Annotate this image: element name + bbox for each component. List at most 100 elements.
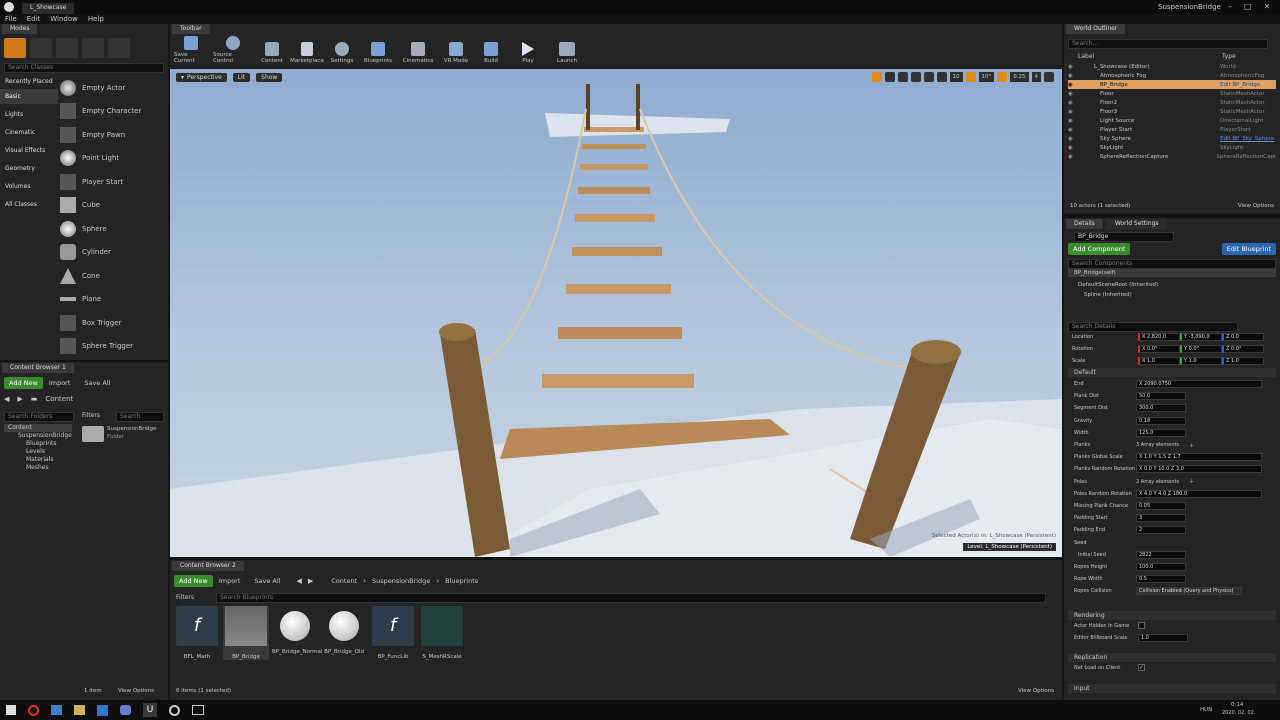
input-header[interactable]: Input	[1068, 684, 1276, 693]
asset-tile[interactable]: f BFL_Math	[174, 606, 220, 660]
settings-taskbar-icon[interactable]	[169, 704, 180, 716]
opera-icon[interactable]	[28, 704, 39, 716]
prop-value[interactable]: X 1.0 Y 1.5 Z 1.7	[1136, 453, 1262, 462]
transform-z[interactable]: Z 0.0	[1222, 333, 1264, 341]
world-space-icon[interactable]	[910, 72, 921, 82]
prop-value[interactable]: 0.05	[1136, 501, 1186, 510]
lang-indicator[interactable]: HUN	[1200, 707, 1212, 713]
ropes-collision-dropdown[interactable]: Collision Enabled (Query and Physics)	[1136, 587, 1242, 596]
grid-size[interactable]: 10	[949, 72, 963, 82]
class-item[interactable]: Sphere	[60, 217, 166, 241]
eye-icon[interactable]: ◉	[1068, 145, 1076, 151]
rendering-header[interactable]: Rendering	[1068, 611, 1276, 620]
transform-y[interactable]: Y 1.0	[1180, 357, 1222, 365]
details-tab[interactable]: Details	[1066, 219, 1103, 229]
add-new-button[interactable]: Add New	[4, 377, 43, 389]
outliner-row[interactable]: ◉ L_Showcase (Editor) World	[1068, 62, 1276, 71]
outliner-search-input[interactable]: Search...	[1068, 39, 1268, 49]
rotation-snap-icon[interactable]	[965, 72, 976, 82]
back-arrow-icon[interactable]: ◀	[297, 577, 302, 585]
outliner-row[interactable]: ◉ Atmospheric Fog AtmosphericFog	[1068, 71, 1276, 80]
outliner-row[interactable]: ◉ Light Source DirectionalLight	[1068, 117, 1276, 126]
tree-item[interactable]: Content	[4, 424, 72, 432]
source-control-button[interactable]: Source Control	[213, 36, 253, 64]
search-classes-input[interactable]: Search Classes	[4, 63, 164, 73]
add-new-button-2[interactable]: Add New	[174, 575, 213, 587]
eye-icon[interactable]: ◉	[1068, 127, 1076, 133]
category-item[interactable]: Lights	[0, 107, 58, 122]
prop-value[interactable]: 300.0	[1136, 404, 1186, 413]
grid-snap-icon[interactable]	[936, 72, 947, 82]
search-input[interactable]: Search	[116, 412, 164, 422]
asset-tile[interactable]: BP_Bridge_Normal	[272, 606, 322, 655]
billboard-value[interactable]: 1.0	[1138, 634, 1188, 642]
actor-hidden-checkbox[interactable]	[1138, 622, 1145, 629]
files-icon[interactable]	[74, 705, 85, 715]
category-item[interactable]: Geometry	[0, 161, 58, 176]
outliner-row[interactable]: ◉ SphereReflectionCapture SphereReflection…	[1068, 153, 1276, 162]
edit-blueprint-button[interactable]: Edit Blueprint	[1221, 243, 1276, 255]
eye-icon[interactable]: ◉	[1068, 82, 1076, 88]
view-options-button-2[interactable]: View Options	[1018, 688, 1054, 694]
component-root[interactable]: DefaultSceneRoot (Inherited)	[1078, 282, 1158, 288]
marketplace-button[interactable]: Marketplace	[290, 36, 324, 64]
level-tab[interactable]: L_Showcase	[22, 3, 75, 14]
discord-icon[interactable]	[120, 705, 131, 715]
landscape-mode-icon[interactable]	[56, 38, 78, 58]
lit-button[interactable]: Lit	[232, 73, 251, 82]
outliner-row[interactable]: ◉ Floor2 StaticMeshActor	[1068, 98, 1276, 107]
class-item[interactable]: Cube	[60, 194, 166, 218]
prop-value[interactable]: X 0.0 Y 10.0 Z 3.0	[1136, 465, 1262, 474]
vr-mode-button[interactable]: VR Mode	[441, 36, 471, 64]
menu-file[interactable]: File	[5, 14, 17, 24]
perspective-button[interactable]: ▾ Perspective	[176, 73, 227, 82]
prop-value[interactable]: 0.5	[1136, 575, 1186, 584]
default-header[interactable]: Default	[1068, 368, 1276, 377]
search-folders-input[interactable]: Search Folders	[4, 412, 74, 422]
folder-tile-icon[interactable]	[82, 426, 104, 442]
prop-value[interactable]: 2	[1136, 526, 1186, 535]
prop-value[interactable]: X 4.0 Y 4.0 Z 180.0	[1136, 489, 1262, 498]
category-item[interactable]: Visual Effects	[0, 143, 58, 158]
class-item[interactable]: Empty Pawn	[60, 123, 166, 147]
class-item[interactable]: Player Start	[60, 170, 166, 194]
actor-name-field[interactable]: BP_Bridge	[1074, 232, 1174, 242]
class-item[interactable]: Cone	[60, 264, 166, 288]
outliner-row[interactable]: ◉ SkyLight SkyLight	[1068, 144, 1276, 153]
show-button[interactable]: Show	[256, 73, 283, 82]
transform-x[interactable]: X 1.0	[1138, 357, 1180, 365]
filters-button[interactable]: Filters	[82, 412, 100, 419]
outliner-row[interactable]: ◉ Player Start PlayerStart	[1068, 126, 1276, 135]
modes-tab[interactable]: Modes	[2, 24, 38, 34]
eye-icon[interactable]: ◉	[1068, 64, 1076, 70]
outliner-row[interactable]: ◉ Floor StaticMeshActor	[1068, 89, 1276, 98]
search-components-input[interactable]: Search Components	[1068, 259, 1276, 269]
world-outliner-tab[interactable]: World Outliner	[1066, 24, 1126, 34]
rotate-tool-icon[interactable]	[884, 72, 895, 82]
eye-icon[interactable]: ◉	[1068, 154, 1076, 160]
tree-item[interactable]: Materials	[4, 456, 72, 464]
transform-z[interactable]: Z 1.0	[1222, 357, 1264, 365]
class-item[interactable]: Sphere Trigger	[60, 335, 166, 359]
back-arrow-icon[interactable]: ◀	[4, 395, 9, 403]
save-all-button[interactable]: Save All	[84, 379, 110, 387]
outliner-row[interactable]: ◉ Floor3 StaticMeshActor	[1068, 107, 1276, 116]
menu-edit[interactable]: Edit	[27, 14, 41, 24]
maximize-icon[interactable]: □	[1244, 2, 1252, 11]
minimize-icon[interactable]: –	[1228, 2, 1232, 11]
search-blueprints-input[interactable]: Search Blueprints	[216, 593, 1046, 603]
prop-value[interactable]: 3	[1136, 514, 1186, 523]
menu-window[interactable]: Window	[50, 14, 78, 24]
category-item[interactable]: Basic	[0, 89, 58, 104]
camera-speed[interactable]: 4	[1031, 72, 1041, 82]
asset-tile[interactable]: BP_Bridge_Old	[321, 606, 367, 655]
prop-value[interactable]: 100.0	[1136, 562, 1186, 571]
tree-item[interactable]: SuspensionBridge	[4, 432, 72, 440]
add-component-button[interactable]: Add Component	[1068, 243, 1131, 255]
eye-icon[interactable]: ◉	[1068, 136, 1076, 142]
prop-value[interactable]: X 2090.0750	[1136, 380, 1262, 389]
paint-mode-icon[interactable]	[30, 38, 52, 58]
save-current-button[interactable]: Save Current	[174, 36, 208, 64]
explorer-icon[interactable]	[51, 705, 62, 715]
content-button[interactable]: Content	[258, 36, 286, 64]
